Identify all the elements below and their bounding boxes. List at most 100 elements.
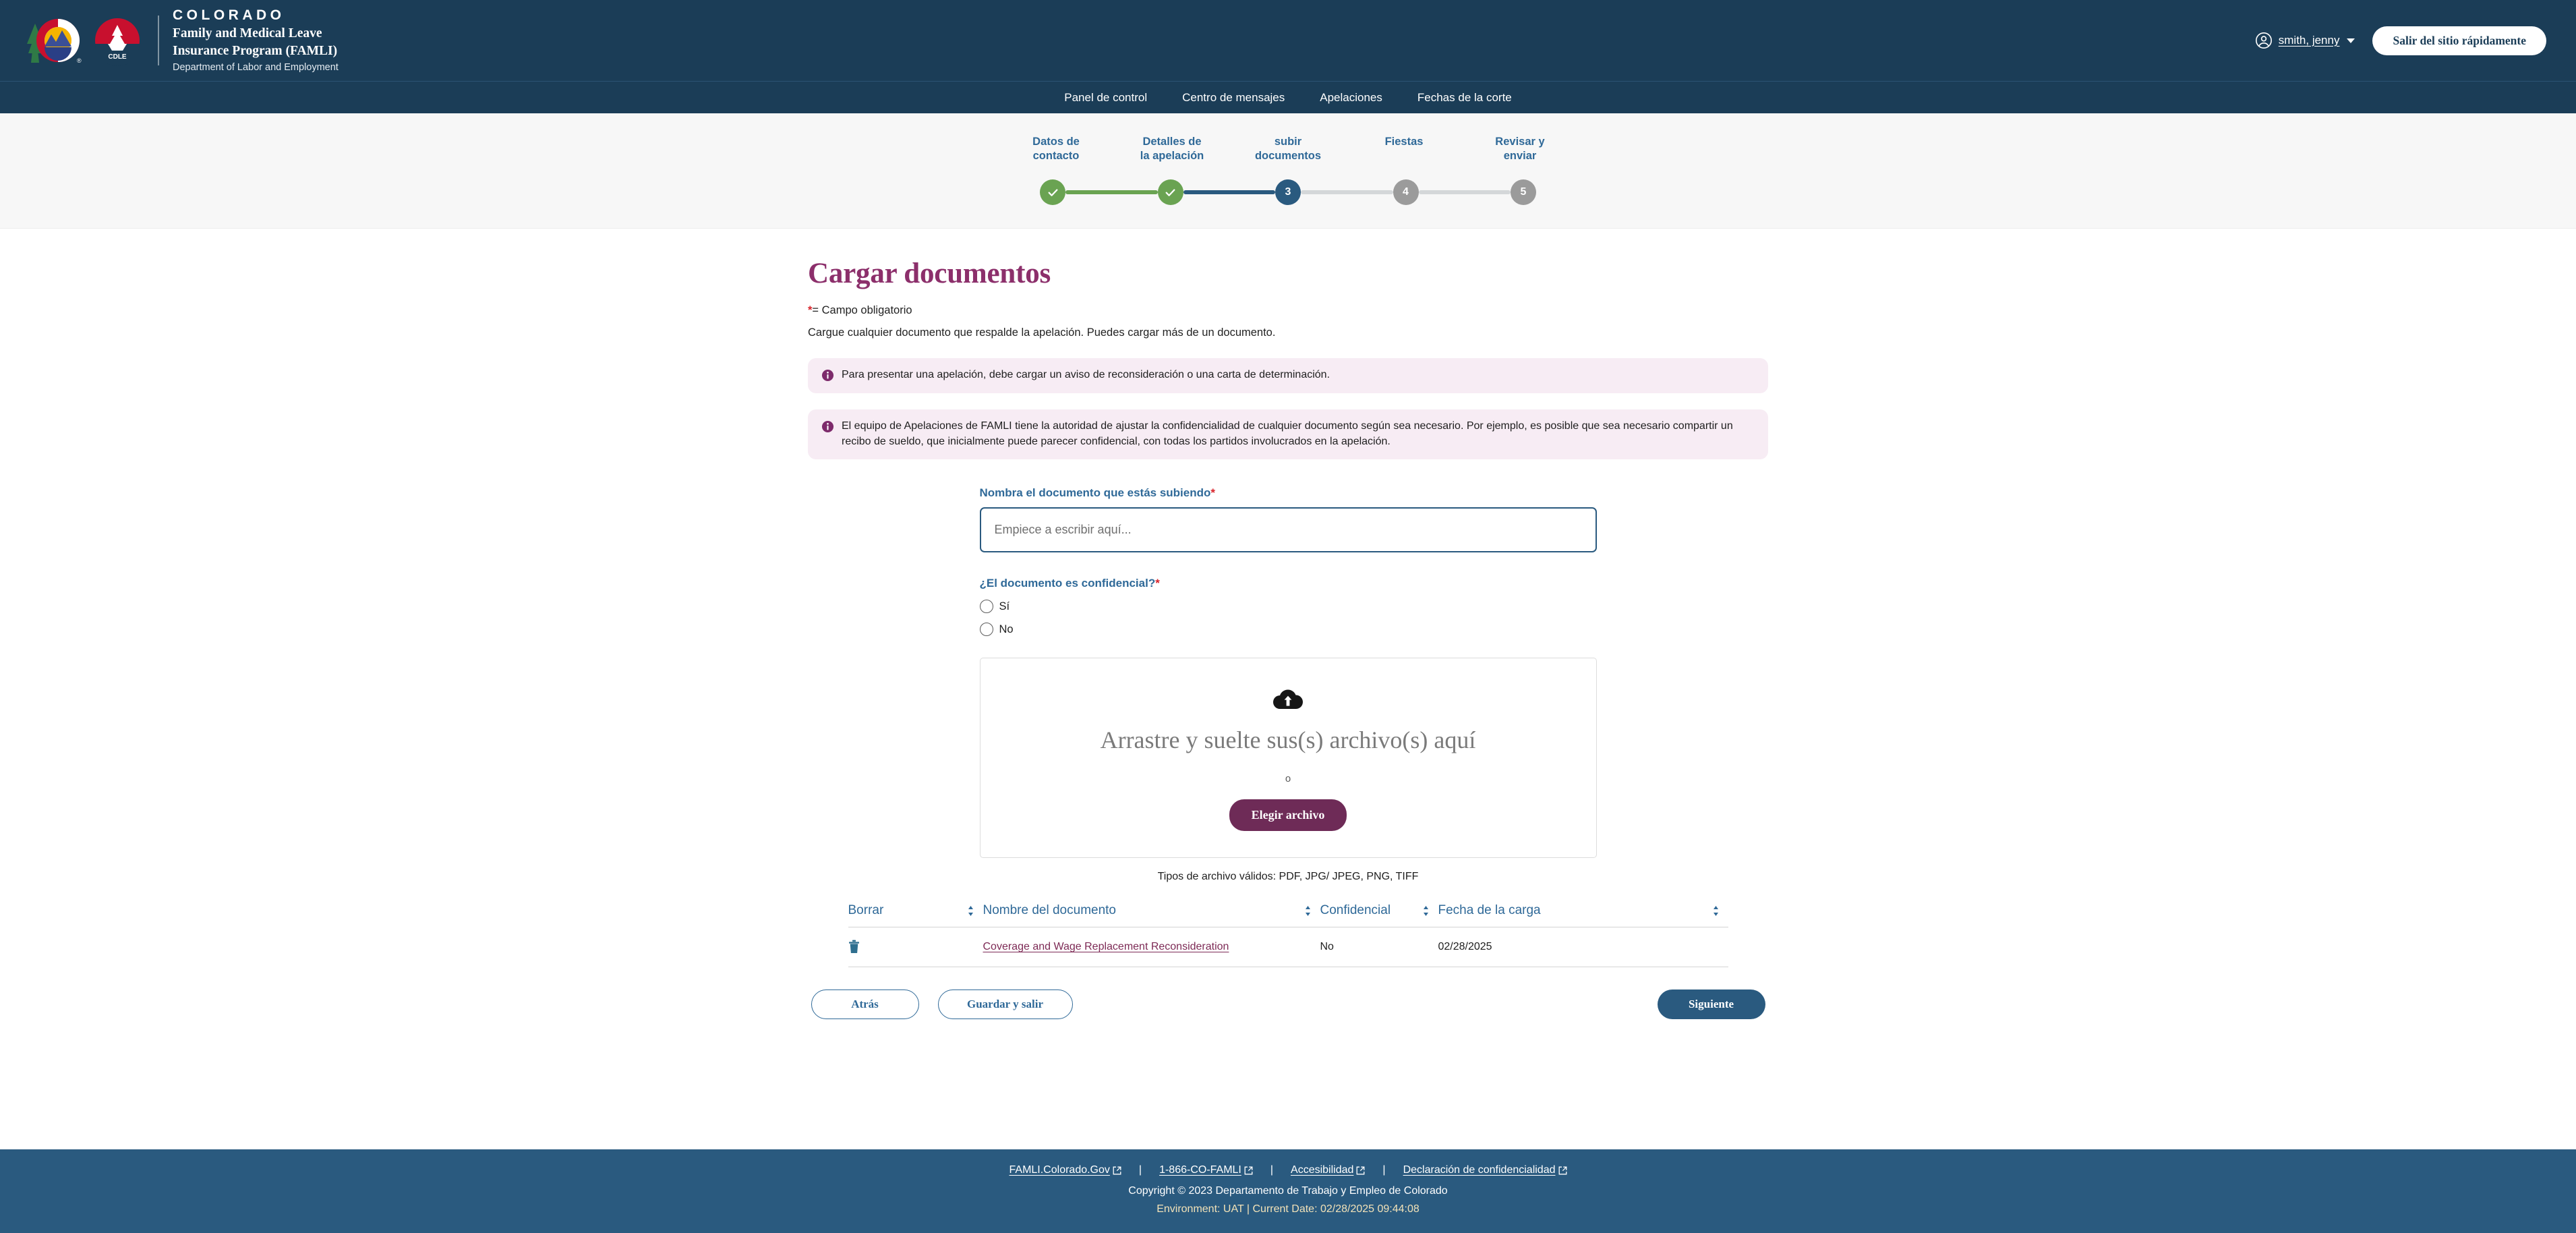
footer-link-accessibility-label: Accesibilidad [1291, 1164, 1354, 1176]
column-header-upload-date[interactable]: Fecha de la carga [1438, 903, 1728, 928]
step-node-1[interactable] [1040, 179, 1065, 206]
brand-state: COLORADO [173, 7, 285, 23]
step-node-4[interactable]: 4 [1393, 179, 1419, 206]
progress-stepper: Datos de contacto Detalles de la apelaci… [998, 135, 1578, 206]
user-menu[interactable]: smith, jenny [2255, 32, 2355, 49]
brand-block: ® CDLE COLORADO Family and Medical Leave… [26, 7, 339, 74]
content-container: Cargar documentos * = Campo obligatorio C… [808, 229, 1768, 1020]
radio-label-no: No [999, 623, 1014, 635]
footer-separator-1: | [1138, 1164, 1142, 1176]
save-and-exit-button[interactable]: Guardar y salir [937, 990, 1073, 1020]
external-link-icon [1113, 1166, 1121, 1174]
trash-icon[interactable] [848, 940, 860, 954]
cell-document-name: Coverage and Wage Replacement Reconsider… [983, 927, 1320, 968]
footer-links: FAMLI.Colorado.Gov | 1-866-CO-FAMLI | Ac… [0, 1164, 2576, 1176]
nav-item-court-dates[interactable]: Fechas de la corte [1417, 91, 1512, 105]
document-name-label-text: Nombra el documento que estás subiendo [979, 486, 1211, 500]
back-button[interactable]: Atrás [811, 990, 919, 1020]
required-note-text: = Campo obligatorio [812, 304, 912, 317]
column-header-confidential-label: Confidencial [1320, 903, 1391, 918]
svg-text:®: ® [77, 57, 82, 64]
footer-copyright: Copyright © 2023 Departamento de Trabajo… [1128, 1185, 1448, 1197]
info-circle-icon [821, 420, 834, 432]
step-node-3[interactable]: 3 [1275, 179, 1301, 206]
radio-option-no[interactable]: No [979, 623, 1597, 637]
document-name-required-asterisk: * [1210, 486, 1216, 500]
stepper-labels: Datos de contacto Detalles de la apelaci… [998, 135, 1578, 163]
step-label-5-line2: enviar [1503, 150, 1537, 163]
step-label-4: Fiestas [1346, 135, 1462, 163]
info-circle-icon [821, 370, 834, 382]
brand-department: Department of Labor and Employment [173, 62, 339, 74]
sort-arrows-icon[interactable] [968, 905, 974, 917]
alert-reconsideration-text: Para presentar una apelación, debe carga… [842, 369, 1330, 381]
document-name-link[interactable]: Coverage and Wage Replacement Reconsider… [983, 941, 1229, 952]
nav-item-message-center[interactable]: Centro de mensajes [1182, 91, 1285, 105]
radio-circle-yes[interactable] [979, 600, 993, 614]
site-header: ® CDLE COLORADO Family and Medical Leave… [0, 0, 2576, 81]
step-connector-2-3 [1183, 190, 1275, 195]
stepper-track: 3 4 5 [998, 179, 1578, 206]
intro-text: Cargue cualquier documento que respalde … [808, 326, 1276, 339]
dropzone-title: Arrastre y suelte sus(s) archivo(s) aquí [1100, 726, 1476, 753]
step-node-2[interactable] [1157, 179, 1183, 206]
sort-arrows-icon[interactable] [1305, 905, 1311, 917]
column-header-document-name-label: Nombre del documento [983, 903, 1117, 918]
column-header-delete[interactable]: Borrar [848, 903, 983, 928]
step-label-1: Datos de contacto [998, 135, 1114, 163]
footer-link-phone[interactable]: 1-866-CO-FAMLI [1159, 1164, 1253, 1176]
footer-link-famli-site[interactable]: FAMLI.Colorado.Gov [1009, 1164, 1121, 1176]
file-dropzone[interactable]: Arrastre y suelte sus(s) archivo(s) aquí… [979, 658, 1597, 859]
table-row: Coverage and Wage Replacement Reconsider… [848, 927, 1728, 968]
page-title: Cargar documentos [808, 258, 1051, 290]
document-name-input[interactable] [979, 507, 1597, 553]
alert-confidentiality-text: El equipo de Apelaciones de FAMLI tiene … [842, 420, 1733, 447]
step-label-2: Detalles de la apelación [1114, 135, 1230, 163]
cell-confidential: No [1320, 927, 1438, 968]
upload-form: Nombra el documento que estás subiendo* … [979, 486, 1597, 883]
footer-link-privacy-statement[interactable]: Declaración de confidencialidad [1403, 1164, 1567, 1176]
radio-circle-no[interactable] [979, 623, 993, 637]
radio-option-yes[interactable]: Sí [979, 600, 1597, 614]
step-label-5: Revisar y enviar [1462, 135, 1578, 163]
next-button[interactable]: Siguiente [1657, 990, 1765, 1020]
nav-item-appeals[interactable]: Apelaciones [1320, 91, 1382, 105]
cloud-upload-icon [1273, 689, 1304, 709]
choose-file-button[interactable]: Elegir archivo [1229, 799, 1347, 831]
external-link-icon [1558, 1166, 1567, 1174]
form-action-buttons: Atrás Guardar y salir Siguiente [811, 990, 1765, 1020]
sort-arrows-icon[interactable] [1713, 905, 1719, 917]
footer-separator-3: | [1382, 1164, 1386, 1176]
nav-item-dashboard[interactable]: Panel de control [1064, 91, 1147, 105]
check-icon [1048, 189, 1057, 196]
brand-program-line2: Insurance Program (FAMLI) [173, 44, 338, 59]
column-header-upload-date-label: Fecha de la carga [1438, 903, 1541, 918]
footer-environment-info: Environment: UAT | Current Date: 02/28/2… [1157, 1203, 1419, 1215]
step-connector-4-5 [1418, 190, 1511, 195]
valid-file-types-text: Tipos de archivo válidos: PDF, JPG/ JPEG… [1157, 871, 1419, 883]
sort-arrows-icon[interactable] [1423, 905, 1429, 917]
external-link-icon [1356, 1166, 1365, 1174]
step-label-4-line1: Fiestas [1384, 136, 1424, 148]
footer-link-phone-label: 1-866-CO-FAMLI [1159, 1164, 1241, 1176]
user-account-icon [2255, 32, 2272, 49]
uploaded-documents-table: Borrar Nombre del documento Confidencial… [848, 903, 1728, 968]
footer-link-accessibility[interactable]: Accesibilidad [1291, 1164, 1365, 1176]
column-header-document-name[interactable]: Nombre del documento [983, 903, 1320, 928]
exit-site-quickly-button[interactable]: Salir del sitio rápidamente [2372, 26, 2546, 55]
brand-program-line1: Family and Medical Leave [173, 26, 322, 41]
cdle-logo-icon: CDLE [95, 18, 140, 66]
external-link-icon [1244, 1166, 1253, 1174]
step-label-2-line1: Detalles de [1142, 136, 1202, 148]
user-name-label: smith, jenny [2278, 34, 2340, 47]
step-node-5[interactable]: 5 [1511, 179, 1536, 206]
confidential-question-label: ¿El documento es confidencial?* [980, 577, 1597, 590]
check-icon [1165, 189, 1175, 196]
step-label-2-line2: la apelación [1140, 150, 1204, 163]
colorado-c-logo-icon: ® [27, 19, 82, 64]
step-label-3-line1: subir [1274, 136, 1302, 148]
progress-stepper-band: Datos de contacto Detalles de la apelaci… [0, 113, 2576, 229]
cell-upload-date: 02/28/2025 [1438, 927, 1728, 968]
step-label-3-line2: documentos [1254, 150, 1322, 163]
column-header-confidential[interactable]: Confidencial [1320, 903, 1438, 928]
